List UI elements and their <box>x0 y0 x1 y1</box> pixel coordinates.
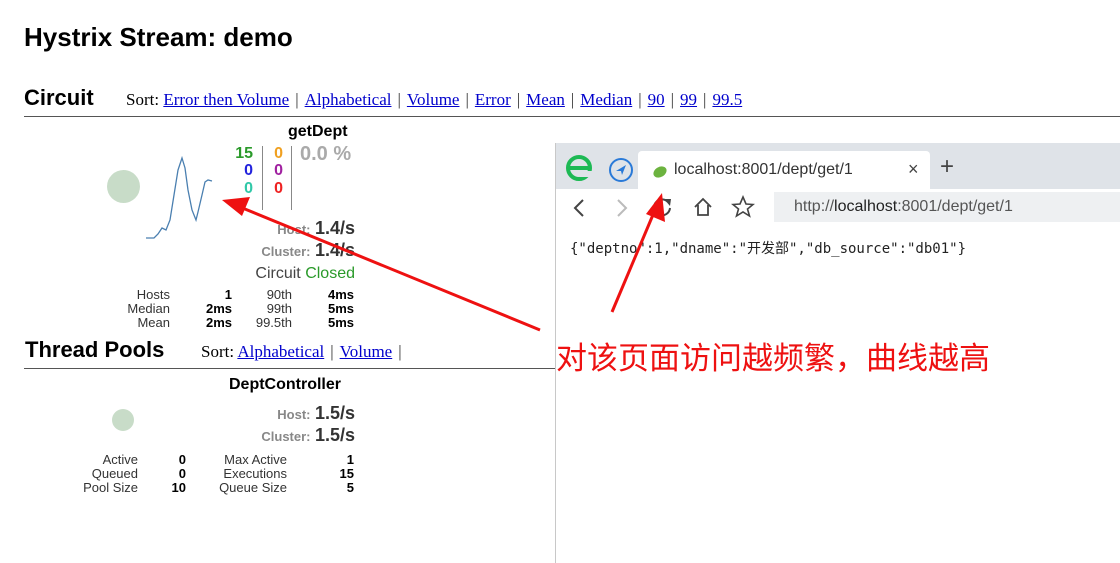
arrowhead-sparkline <box>222 197 250 216</box>
annotation-arrows <box>222 193 665 332</box>
arrow-to-sparkline <box>239 205 541 332</box>
annotation-text: 对该页面访问越频繁，曲线越高 <box>556 341 990 376</box>
arrowhead-refresh <box>646 193 665 222</box>
arrow-to-refresh <box>610 209 657 313</box>
